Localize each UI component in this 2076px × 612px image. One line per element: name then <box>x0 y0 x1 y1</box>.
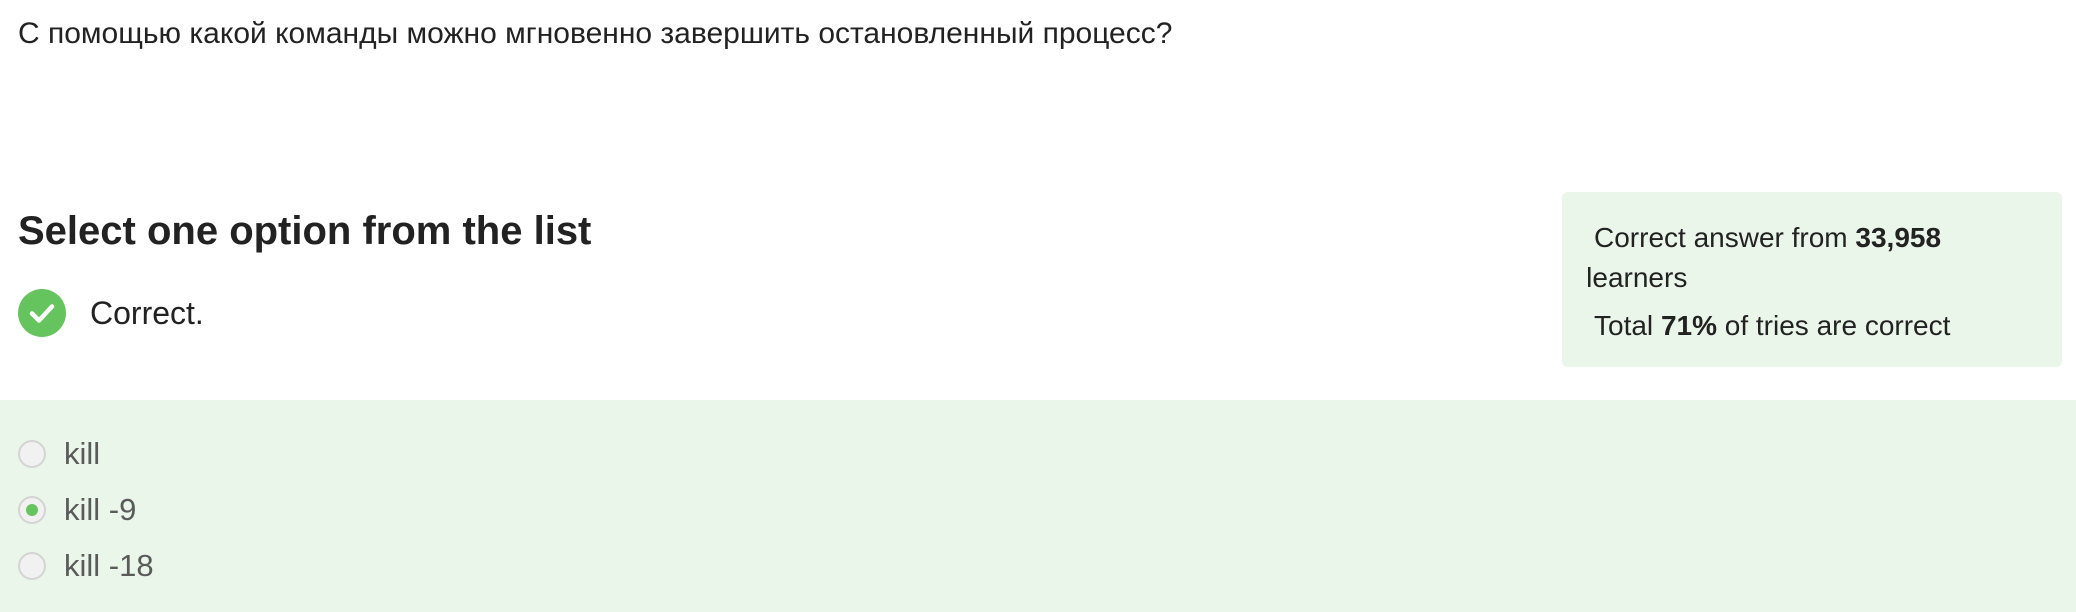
stats-learners-suffix: learners <box>1586 262 1688 293</box>
option-kill-18[interactable]: kill -18 <box>18 546 154 586</box>
option-label: kill -18 <box>64 548 154 583</box>
option-label: kill -9 <box>64 492 137 527</box>
radio-button[interactable] <box>18 440 46 468</box>
stats-total-suffix: of tries are correct <box>1716 310 1951 341</box>
checkmark-icon <box>18 289 66 337</box>
select-option-heading: Select one option from the list <box>18 209 592 253</box>
option-kill-9[interactable]: kill -9 <box>18 490 136 530</box>
option-label: kill <box>64 436 101 471</box>
result-label: Correct. <box>90 294 204 331</box>
radio-selected-dot <box>26 504 38 516</box>
question-text: С помощью какой команды можно мгновенно … <box>18 17 1173 50</box>
stats-learners-line: Correct answer from 33,958 learners <box>1586 218 2030 298</box>
correct-percent: 71% <box>1660 310 1717 341</box>
result-status: Correct. <box>18 288 204 338</box>
option-kill[interactable]: kill <box>18 434 100 474</box>
radio-button[interactable] <box>18 552 46 580</box>
stats-card: Correct answer from 33,958 learners Tota… <box>1562 192 2062 367</box>
stats-total-line: Total 71% of tries are correct <box>1594 306 2030 346</box>
radio-button-selected[interactable] <box>18 496 46 524</box>
stats-total-prefix: Total <box>1594 310 1661 341</box>
options-panel: kill kill -9 kill -18 <box>0 400 2076 612</box>
stats-prefix: Correct answer from <box>1594 222 1856 253</box>
learners-count: 33,958 <box>1855 222 1942 253</box>
